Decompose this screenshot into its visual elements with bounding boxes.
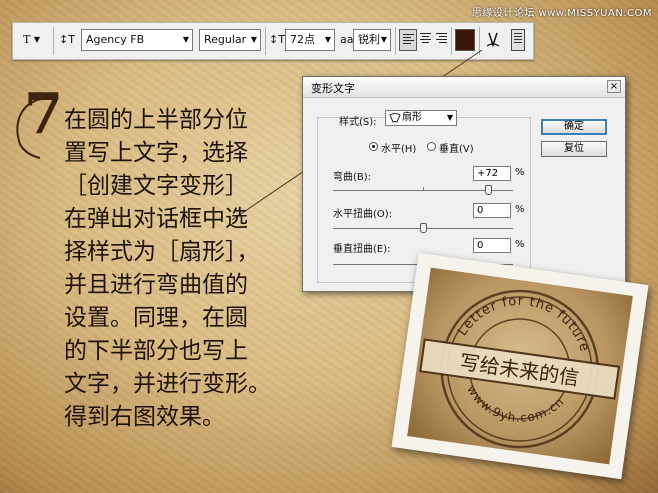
instruction-line: 文字，并进行变形。 [64,371,271,397]
percent-label: % [515,167,525,178]
result-image: Letter for the future 写给未来的信 www.9yh.com… [407,267,633,465]
dialog-titlebar[interactable]: 变形文字 × [303,77,625,98]
horizontal-distortion-slider-thumb[interactable] [420,223,427,233]
instruction-line: 设置。同理，在圆 [64,305,248,331]
instruction-line: 择样式为［扇形］， [64,239,260,265]
fan-style-icon [389,113,401,123]
close-button[interactable]: × [607,80,621,93]
style-value: 扇形 [402,112,422,123]
instruction-line: 在弹出对话框中选 [64,206,248,232]
horizontal-radio[interactable] [369,142,378,151]
bend-input[interactable]: +72 [473,166,511,181]
chevron-down-icon: ▼ [446,113,453,122]
style-label: 样式(S): [339,117,377,128]
step-number: 7 [24,81,63,147]
percent-label: % [515,204,525,215]
instruction-line: ［创建文字变形］ [64,173,248,199]
horizontal-distortion-label: 水平扭曲(O): [333,209,393,220]
percent-label: % [515,239,525,250]
vertical-label: 垂直(V) [439,144,474,155]
result-postcard: Letter for the future 写给未来的信 www.9yh.com… [391,252,649,480]
instruction-line: 的下半部分也写上 [64,338,248,364]
horizontal-distortion-input[interactable]: 0 [473,203,511,218]
instruction-line: 得到右图效果。 [64,404,225,430]
slider-center-tick [423,187,424,190]
stamp-graphic: Letter for the future 写给未来的信 www.9yh.com… [419,285,620,449]
vertical-distortion-label: 垂直扭曲(E): [333,244,391,255]
ok-button[interactable]: 确定 [541,119,607,135]
style-select[interactable]: 扇形 ▼ [385,110,457,126]
instruction-line: 并且进行弯曲值的 [64,272,248,298]
vertical-distortion-input[interactable]: 0 [473,238,511,253]
bend-slider-thumb[interactable] [484,185,492,195]
bend-label: 弯曲(B): [333,172,372,183]
dialog-title: 变形文字 [311,82,355,95]
instruction-text: 在圆的上半部分位 置写上文字，选择 ［创建文字变形］ 在弹出对话框中选 择样式为… [64,104,290,434]
instruction-line: 置写上文字，选择 [64,140,248,166]
horizontal-label: 水平(H) [381,144,417,155]
instruction-line: 在圆的上半部分位 [64,107,248,133]
vertical-radio[interactable] [427,142,436,151]
reset-button[interactable]: 复位 [541,141,607,157]
